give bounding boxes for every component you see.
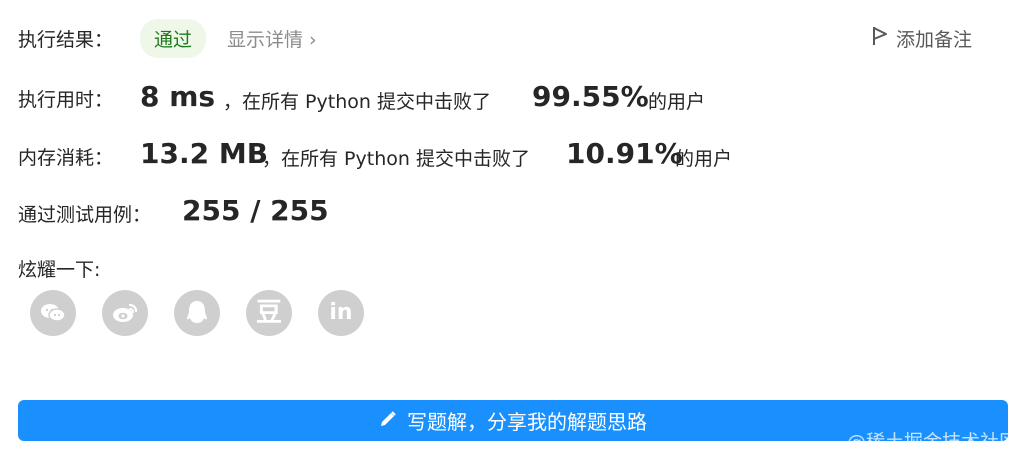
result-label: 执行结果：	[18, 29, 114, 51]
memory-percent: 10.91%	[566, 137, 683, 170]
tests-value: 255 / 255	[182, 194, 329, 227]
pencil-icon	[379, 409, 397, 433]
status-badge: 通过	[140, 19, 207, 58]
tests-label: 通过测试用例：	[18, 204, 152, 226]
wechat-icon[interactable]	[30, 290, 76, 336]
linkedin-glyph: in	[329, 300, 353, 325]
memory-text-users: 的用户	[675, 148, 733, 170]
write-solution-label: 写题解，分享我的解题思路	[407, 410, 647, 434]
qq-icon[interactable]	[174, 290, 220, 336]
watermark: @稀土掘金技术社区	[846, 431, 1018, 453]
share-label: 炫耀一下:	[18, 259, 101, 281]
flag-icon	[872, 26, 888, 51]
runtime-percent: 99.55%	[532, 80, 649, 113]
memory-text-beat: ，在所有 Python 提交中击败了	[262, 148, 530, 170]
details-link[interactable]: 显示详情 ›	[227, 25, 317, 52]
douban-glyph: 豆	[255, 298, 282, 328]
runtime-label: 执行用时：	[18, 89, 114, 111]
add-note-button[interactable]: 添加备注	[872, 25, 972, 52]
runtime-text-beat: ，在所有 Python 提交中击败了	[223, 91, 491, 113]
add-note-label: 添加备注	[896, 29, 973, 51]
runtime-value: 8 ms	[140, 80, 216, 113]
linkedin-icon[interactable]: in	[318, 290, 364, 336]
memory-value: 13.2 MB	[140, 137, 269, 170]
memory-label: 内存消耗：	[18, 147, 114, 169]
weibo-icon[interactable]	[102, 290, 148, 336]
runtime-text-users: 的用户	[648, 91, 706, 113]
douban-icon[interactable]: 豆	[246, 290, 292, 336]
